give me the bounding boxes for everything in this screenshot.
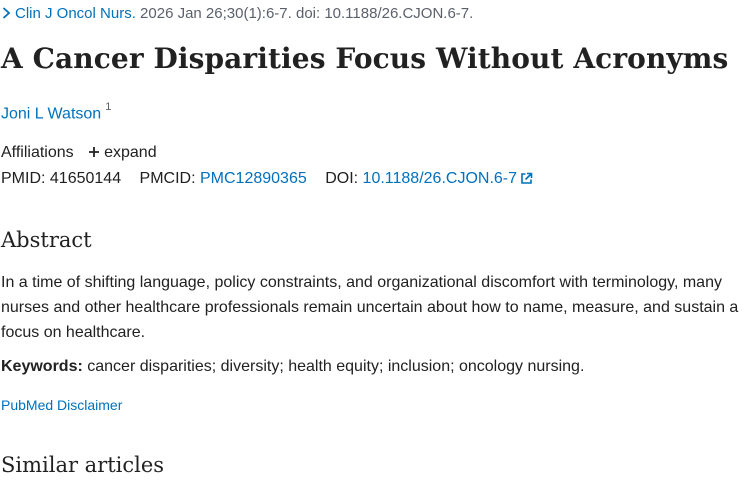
affiliations-label: Affiliations [1, 144, 74, 161]
author-link[interactable]: Joni L Watson [1, 105, 101, 122]
keywords-list: cancer disparities; diversity; health eq… [82, 358, 585, 375]
keywords-label: Keywords: [1, 358, 83, 375]
abstract-text: In a time of shifting language, policy c… [1, 274, 739, 341]
journal-link[interactable]: Clin J Oncol Nurs. [15, 5, 136, 22]
affiliation-ref[interactable]: 1 [105, 101, 111, 113]
author-list: Joni L Watson 1 [1, 101, 111, 123]
identifiers-row: PMID: 41650144 PMCID: PMC12890365 DOI: 1… [1, 170, 547, 190]
affiliations-expand-button[interactable]: expand [88, 144, 157, 161]
pmid-label: PMID: [1, 170, 46, 187]
external-link-icon[interactable] [520, 172, 533, 190]
keywords-row: Keywords: cancer disparities; diversity;… [1, 358, 584, 376]
pmcid-group: PMCID: PMC12890365 [140, 170, 312, 187]
pubmed-disclaimer-link[interactable]: PubMed Disclaimer [1, 397, 122, 413]
pmid-value: 41650144 [49, 170, 122, 187]
doi-group: DOI: 10.1188/26.CJON.6-7 [325, 170, 533, 187]
citation-line: Clin J Oncol Nurs. 2026 Jan 26;30(1):6-7… [2, 5, 473, 22]
affiliations-row: Affiliations expand [1, 142, 157, 162]
doi-link[interactable]: 10.1188/26.CJON.6-7 [363, 170, 517, 187]
doi-label: DOI: [325, 170, 359, 187]
abstract-heading: Abstract [1, 228, 92, 252]
chevron-right-icon[interactable] [2, 5, 11, 22]
article-title: A Cancer Disparities Focus Without Acron… [1, 42, 729, 75]
plus-icon [88, 142, 100, 162]
citation-details: 2026 Jan 26;30(1):6-7. doi: 10.1188/26.C… [135, 5, 474, 22]
similar-articles-heading: Similar articles [1, 453, 165, 477]
article-page: Clin J Oncol Nurs. 2026 Jan 26;30(1):6-7… [0, 0, 750, 500]
pmcid-link[interactable]: PMC12890365 [200, 170, 307, 187]
expand-label: expand [104, 144, 157, 161]
pmcid-label: PMCID: [139, 170, 196, 187]
pmid-group: PMID: 41650144 [1, 170, 126, 187]
